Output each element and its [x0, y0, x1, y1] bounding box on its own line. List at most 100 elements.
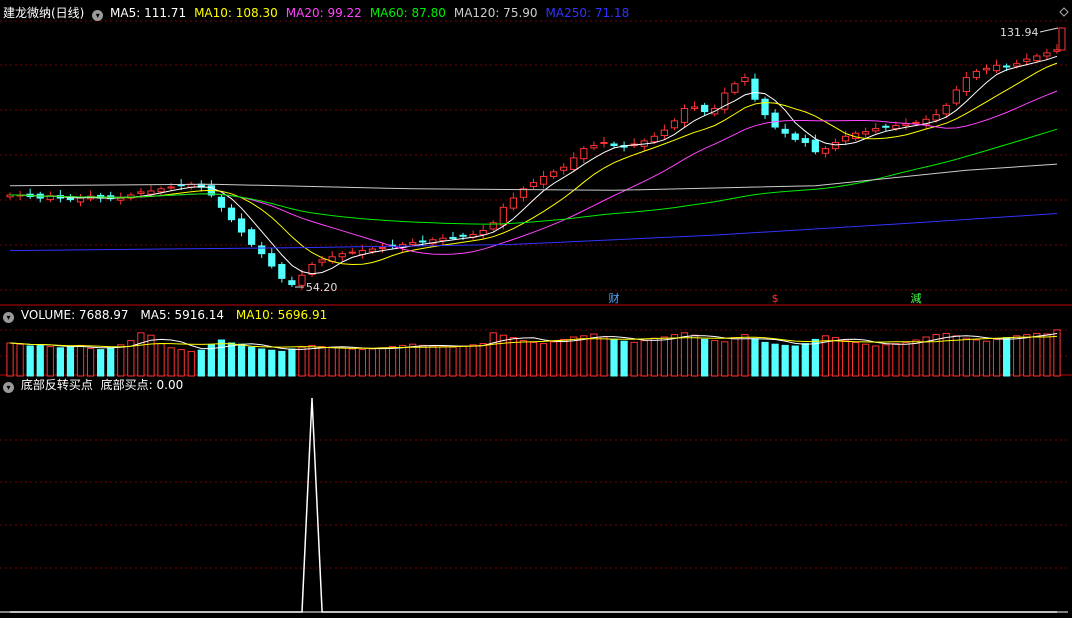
candle-body[interactable]	[157, 188, 165, 193]
volume-bar[interactable]	[237, 343, 246, 377]
candle-body[interactable]	[539, 175, 548, 185]
candle-body[interactable]	[670, 120, 679, 129]
volume-bar[interactable]	[630, 341, 638, 377]
candle-body[interactable]	[368, 248, 377, 252]
volume-bar[interactable]	[278, 350, 286, 377]
volume-bar[interactable]	[1023, 334, 1031, 377]
volume-bar[interactable]	[751, 338, 759, 377]
candle-body[interactable]	[258, 245, 266, 255]
candle-body[interactable]	[237, 218, 246, 233]
volume-bar[interactable]	[952, 335, 960, 377]
volume-bar[interactable]	[76, 344, 85, 377]
candle-body[interactable]	[550, 171, 558, 177]
volume-bar[interactable]	[902, 341, 910, 377]
volume-bar[interactable]	[680, 332, 689, 377]
volume-bar[interactable]	[16, 343, 24, 377]
volume-settings-icon[interactable]: ▾	[3, 312, 14, 323]
settings-icon[interactable]: ▾	[92, 10, 104, 21]
candle-body[interactable]	[499, 206, 507, 226]
candle-body[interactable]	[227, 207, 236, 221]
volume-bar[interactable]	[529, 341, 538, 377]
candle-body[interactable]	[570, 157, 578, 170]
candle-body[interactable]	[751, 78, 759, 100]
volume-bar[interactable]	[388, 346, 397, 377]
volume-bar[interactable]	[1013, 335, 1021, 377]
candle-body[interactable]	[439, 237, 447, 242]
volume-bar[interactable]	[872, 345, 880, 377]
candle-body[interactable]	[449, 236, 457, 239]
volume-bar[interactable]	[46, 346, 54, 377]
volume-bar[interactable]	[882, 344, 890, 377]
volume-bar[interactable]	[318, 346, 326, 377]
volume-bar[interactable]	[459, 345, 467, 377]
candle-body[interactable]	[600, 141, 608, 144]
volume-bar[interactable]	[207, 344, 215, 377]
candle-body[interactable]	[529, 182, 538, 187]
candle-body[interactable]	[560, 166, 568, 171]
candle-body[interactable]	[912, 121, 920, 124]
candle-body[interactable]	[318, 259, 326, 263]
candle-body[interactable]	[278, 263, 286, 279]
volume-bar[interactable]	[227, 342, 236, 377]
candle-body[interactable]	[872, 128, 880, 132]
volume-panel[interactable]	[6, 329, 1061, 377]
volume-bar[interactable]	[258, 348, 266, 377]
candle-body[interactable]	[801, 138, 809, 143]
candle-body[interactable]	[117, 197, 125, 201]
volume-bar[interactable]	[378, 347, 387, 377]
volume-bar[interactable]	[157, 343, 165, 377]
volume-bar[interactable]	[741, 334, 749, 377]
volume-bar[interactable]	[248, 346, 256, 377]
volume-bar[interactable]	[429, 345, 437, 377]
volume-bar[interactable]	[167, 347, 175, 377]
volume-bar[interactable]	[600, 336, 608, 377]
candle-body[interactable]	[952, 89, 960, 104]
candle-body[interactable]	[781, 128, 789, 134]
volume-bar[interactable]	[217, 339, 226, 377]
candle-body[interactable]	[147, 190, 155, 195]
candle-body[interactable]	[791, 133, 799, 140]
event-marker-1[interactable]: $	[772, 292, 779, 305]
volume-bar[interactable]	[841, 340, 850, 377]
candle-body[interactable]	[660, 129, 668, 137]
volume-bar[interactable]	[932, 334, 940, 377]
volume-bar[interactable]	[187, 350, 195, 377]
volume-bar[interactable]	[419, 344, 427, 377]
candle-body[interactable]	[942, 104, 950, 115]
volume-bar[interactable]	[439, 346, 447, 377]
volume-bar[interactable]	[670, 334, 679, 377]
volume-bar[interactable]	[56, 347, 64, 377]
volume-bar[interactable]	[298, 346, 306, 377]
volume-bar[interactable]	[560, 338, 568, 377]
volume-bar[interactable]	[701, 338, 709, 377]
candle-body[interactable]	[650, 135, 658, 143]
indicator-panel[interactable]	[0, 397, 1068, 613]
volume-bar[interactable]	[660, 336, 668, 377]
candle-body[interactable]	[811, 139, 819, 153]
candle-body[interactable]	[288, 280, 296, 286]
volume-bar[interactable]	[711, 340, 719, 377]
volume-bar[interactable]	[620, 340, 628, 377]
volume-bar[interactable]	[519, 340, 528, 377]
volume-bar[interactable]	[801, 343, 809, 377]
candle-body[interactable]	[298, 274, 306, 286]
volume-bar[interactable]	[539, 343, 548, 377]
event-marker-0[interactable]: 财	[609, 291, 620, 305]
volume-bar[interactable]	[177, 349, 185, 377]
candle-body[interactable]	[1013, 63, 1021, 67]
volume-bar[interactable]	[449, 346, 457, 377]
volume-bar[interactable]	[610, 338, 618, 377]
candle-body[interactable]	[137, 191, 145, 194]
volume-bar[interactable]	[721, 341, 729, 377]
volume-bar[interactable]	[348, 348, 356, 377]
volume-bar[interactable]	[197, 349, 205, 377]
volume-bar[interactable]	[26, 345, 34, 377]
candle-body[interactable]	[731, 83, 739, 93]
volume-bar[interactable]	[36, 344, 44, 377]
candle-body[interactable]	[76, 197, 85, 203]
candle-body[interactable]	[580, 148, 588, 160]
volume-bar[interactable]	[892, 343, 900, 377]
volume-bar[interactable]	[489, 332, 497, 377]
candle-body[interactable]	[741, 77, 749, 82]
candle-body[interactable]	[509, 197, 517, 209]
